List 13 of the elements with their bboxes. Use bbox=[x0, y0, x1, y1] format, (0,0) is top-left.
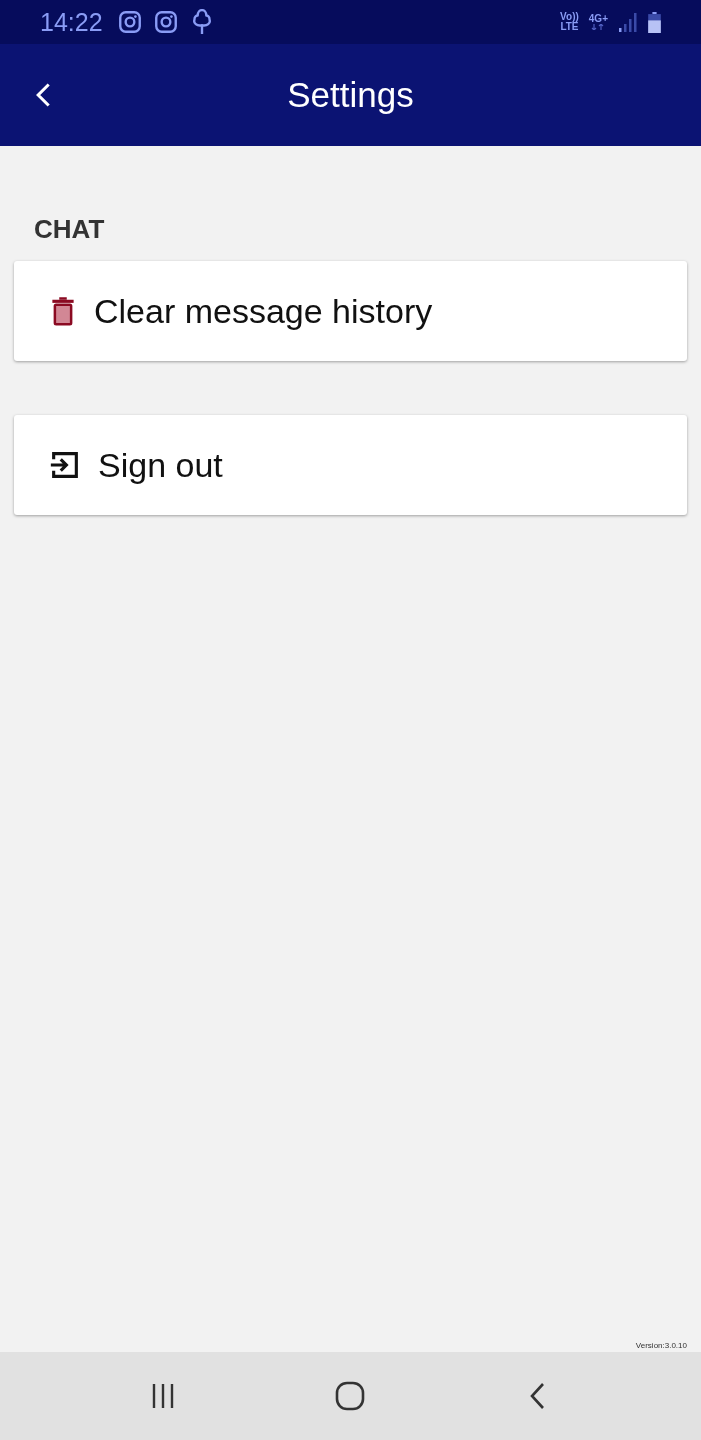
settings-item[interactable]: Clear message history bbox=[14, 261, 687, 361]
camera-icon bbox=[116, 9, 143, 35]
volte-indicator: Vo)) LTE bbox=[560, 12, 579, 32]
section-header: CHAT bbox=[34, 214, 106, 245]
home-button[interactable] bbox=[334, 1380, 367, 1412]
camera-icon bbox=[152, 9, 179, 35]
status-time: 14:22 bbox=[40, 7, 103, 37]
screen-title: Settings bbox=[287, 75, 414, 115]
battery-icon bbox=[648, 11, 661, 33]
version-label: Version:3.0.10 bbox=[635, 1341, 687, 1350]
signal-icon bbox=[618, 12, 638, 32]
network-indicator: 4G+ bbox=[588, 14, 608, 30]
settings-item[interactable]: Sign out bbox=[14, 415, 687, 515]
